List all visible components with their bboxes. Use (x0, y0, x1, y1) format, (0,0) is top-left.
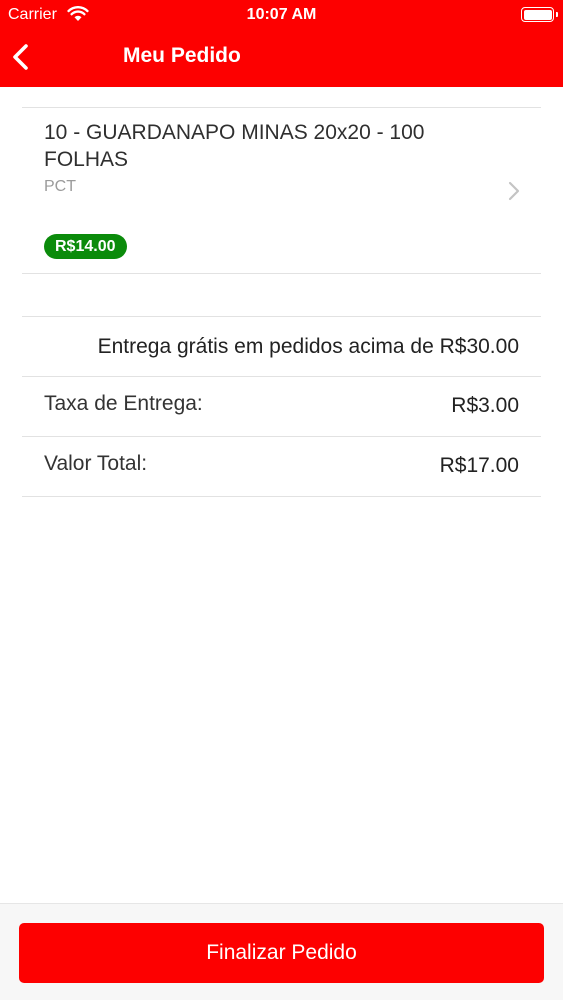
total-label: Valor Total: (44, 452, 148, 475)
page-title: Meu Pedido (123, 44, 241, 67)
battery-tip (556, 12, 558, 17)
status-time: 10:07 AM (246, 6, 317, 23)
free-delivery-note: Entrega grátis em pedidos acima de R$30.… (97, 335, 519, 358)
chevron-right-icon (508, 181, 520, 201)
item-unit: PCT (44, 178, 76, 195)
checkout-button[interactable]: Finalizar Pedido (19, 923, 544, 983)
top-bar: Carrier 10:07 AM Meu Pedido (0, 0, 563, 87)
status-bar: Carrier 10:07 AM (0, 0, 563, 30)
bottom-bar: Finalizar Pedido (0, 903, 563, 1000)
price-badge: R$14.00 (44, 234, 127, 259)
delivery-fee-value: R$3.00 (451, 394, 519, 417)
battery-icon (521, 7, 554, 22)
item-name: 10 - GUARDANAPO MINAS 20x20 - 100 FOLHAS (44, 121, 425, 171)
delivery-fee-row: Taxa de Entrega: R$3.00 (22, 377, 541, 437)
delivery-fee-label: Taxa de Entrega: (44, 392, 203, 415)
free-delivery-row: Entrega grátis em pedidos acima de R$30.… (22, 317, 541, 377)
chevron-left-icon[interactable] (10, 43, 32, 71)
cart-item[interactable]: 10 - GUARDANAPO MINAS 20x20 - 100 FOLHAS… (22, 107, 541, 274)
total-row: Valor Total: R$17.00 (22, 437, 541, 497)
order-summary: Entrega grátis em pedidos acima de R$30.… (22, 316, 541, 497)
total-value: R$17.00 (439, 454, 519, 477)
